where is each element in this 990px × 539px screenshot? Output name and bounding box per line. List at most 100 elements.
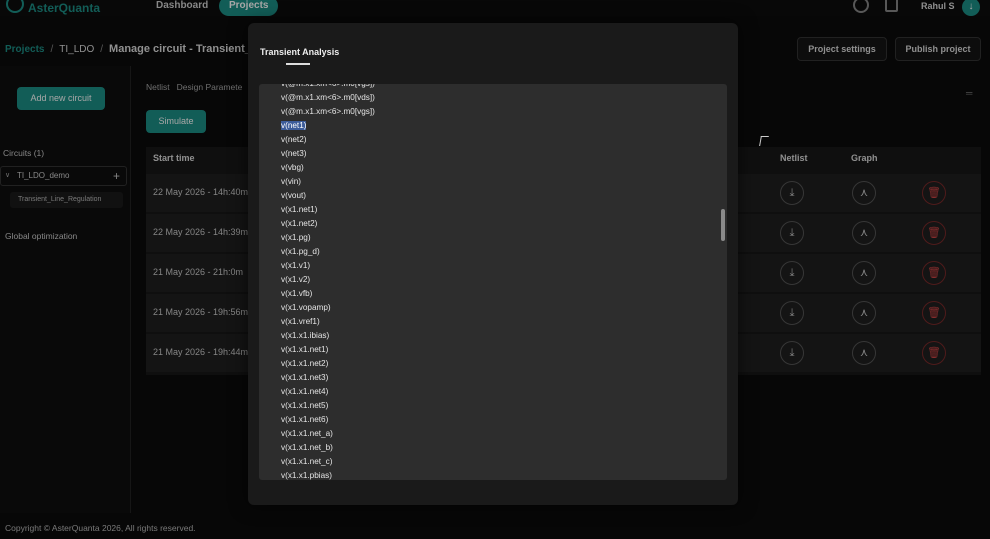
list-item[interactable]: v(x1.vopamp) [281, 301, 375, 315]
list-item[interactable]: v(x1.x1.net4) [281, 385, 375, 399]
start-time-cell: 22 May 2026 - 14h:39m [153, 227, 249, 237]
nav-projects[interactable]: Projects [219, 0, 279, 16]
list-item[interactable]: v(vbg) [281, 161, 375, 175]
add-icon[interactable]: + [113, 167, 120, 185]
list-item-label: v(@m.x1.xm<6>.m0[vds]) [281, 93, 375, 102]
list-item[interactable]: v(x1.net1) [281, 203, 375, 217]
column-header-graph: Graph [851, 153, 878, 163]
document-icon[interactable] [885, 0, 898, 12]
list-item-label: v(x1.v2) [281, 275, 311, 284]
list-item[interactable]: v(x1.x1.net_a) [281, 427, 375, 441]
list-item[interactable]: v(x1.x1.net5) [281, 399, 375, 413]
start-time-cell: 21 May 2026 - 19h:56m [153, 307, 249, 317]
list-item[interactable]: v(x1.x1.net2) [281, 357, 375, 371]
list-item-label: v(x1.pg_d) [281, 247, 320, 256]
list-item-label: v(x1.x1.net_c) [281, 457, 333, 466]
list-item[interactable]: v(x1.vref1) [281, 315, 375, 329]
list-item[interactable]: v(x1.x1.net_c) [281, 455, 375, 469]
list-item-label: v(x1.x1.net4) [281, 387, 329, 396]
list-item[interactable]: v(x1.vfb) [281, 287, 375, 301]
list-item-label: v(@m.x1.xm<6>.m0[vgs]) [281, 84, 375, 88]
list-item[interactable]: v(net2) [281, 133, 375, 147]
list-item[interactable]: v(@m.x1.xm<6>.m0[vgs]) [281, 84, 375, 91]
list-item-label: v(vin) [281, 177, 302, 186]
sidebar-item-transient[interactable]: Transient_Line_Regulation [10, 192, 123, 208]
download-icon[interactable]: ⤓ [780, 261, 804, 285]
download-icon[interactable]: ⤓ [780, 301, 804, 325]
download-icon[interactable]: ⤓ [780, 181, 804, 205]
breadcrumb-project[interactable]: TI_LDO [59, 44, 94, 55]
gear-icon[interactable] [853, 0, 869, 13]
list-item[interactable]: v(x1.v2) [281, 273, 375, 287]
start-time-cell: 21 May 2026 - 19h:44m [153, 347, 249, 357]
list-item[interactable]: v(x1.pg_d) [281, 245, 375, 259]
start-time-cell: 22 May 2026 - 14h:40m [153, 187, 249, 197]
list-item[interactable]: v(@m.x1.xm<6>.m0[vgs]) [281, 105, 375, 119]
publish-project-button[interactable]: Publish project [895, 37, 981, 61]
list-item-label: v(x1.x1.net6) [281, 415, 329, 424]
list-item[interactable]: v(x1.x1.ibias) [281, 329, 375, 343]
trash-icon[interactable]: 🗑 [922, 261, 946, 285]
simulate-button[interactable]: Simulate [146, 110, 206, 133]
brand-logo[interactable]: AsterQuanta [6, 0, 100, 17]
column-header-start-time: Start time [153, 153, 195, 163]
list-item[interactable]: v(vin) [281, 175, 375, 189]
tab-netlist[interactable]: Netlist [146, 82, 170, 92]
circuit-item[interactable]: ∨ TI_LDO_demo + [0, 166, 127, 186]
list-item-label: v(x1.v1) [281, 261, 311, 270]
list-item[interactable]: v(@m.x1.xm<6>.m0[vds]) [281, 91, 375, 105]
circuits-heading: Circuits (1) [3, 148, 45, 158]
sidebar-item-global-optimization[interactable]: Global optimization [5, 231, 77, 241]
footer-copyright: Copyright © AsterQuanta 2026, All rights… [5, 523, 196, 533]
trash-icon[interactable]: 🗑 [922, 221, 946, 245]
add-new-circuit-button[interactable]: Add new circuit [17, 87, 105, 110]
download-icon[interactable]: ↓ [962, 0, 980, 16]
download-icon[interactable]: ⤓ [780, 221, 804, 245]
column-header-netlist: Netlist [780, 153, 808, 163]
nav-dashboard[interactable]: Dashboard [156, 0, 208, 16]
list-item-label: v(@m.x1.xm<6>.m0[vgs]) [281, 107, 375, 116]
breadcrumb-projects[interactable]: Projects [5, 44, 44, 55]
list-item-label: v(x1.x1.net2) [281, 359, 329, 368]
graph-icon[interactable]: ⋏ [852, 341, 876, 365]
list-item[interactable]: v(x1.x1.net_b) [281, 441, 375, 455]
graph-icon[interactable]: ⋏ [852, 301, 876, 325]
list-item-label: v(x1.vfb) [281, 289, 313, 298]
tab-design-parameters[interactable]: Design Paramete [177, 82, 243, 92]
mouse-cursor-icon [759, 136, 769, 146]
graph-icon[interactable]: ⋏ [852, 261, 876, 285]
trash-icon[interactable]: 🗑 [922, 181, 946, 205]
graph-icon[interactable]: ⋏ [852, 181, 876, 205]
list-item-label: v(x1.vopamp) [281, 303, 331, 312]
chevron-down-icon[interactable]: ∨ [5, 167, 10, 185]
user-name[interactable]: Rahul S [921, 1, 955, 11]
transient-analysis-modal: Transient Analysis v(@m.x1.xm<6>.m0[vgs]… [248, 23, 738, 505]
top-bar: AsterQuanta Dashboard Projects Rahul S ↓ [0, 0, 990, 16]
signal-list: v(@m.x1.xm<6>.m0[vgs]) v(@m.x1.xm<6>.m0[v… [281, 84, 375, 480]
project-settings-button[interactable]: Project settings [797, 37, 887, 61]
main-tabs: Netlist Design Paramete [146, 82, 242, 92]
list-item[interactable]: v(x1.pg) [281, 231, 375, 245]
circuit-name: TI_LDO_demo [17, 171, 70, 180]
list-item[interactable]: v(net3) [281, 147, 375, 161]
list-item[interactable]: v(net1) [281, 119, 375, 133]
list-item[interactable]: v(x1.x1.pbias) [281, 469, 375, 480]
list-item[interactable]: v(vout) [281, 189, 375, 203]
list-item-label: v(vbg) [281, 163, 304, 172]
trash-icon[interactable]: 🗑 [922, 301, 946, 325]
signal-listbox[interactable]: v(@m.x1.xm<6>.m0[vgs]) v(@m.x1.xm<6>.m0[v… [259, 84, 727, 480]
download-icon[interactable]: ⤓ [780, 341, 804, 365]
graph-icon[interactable]: ⋏ [852, 221, 876, 245]
list-item[interactable]: v(x1.net2) [281, 217, 375, 231]
list-item-label: v(x1.pg) [281, 233, 311, 242]
list-item[interactable]: v(x1.x1.net1) [281, 343, 375, 357]
trash-icon[interactable]: 🗑 [922, 341, 946, 365]
list-item-label: v(x1.net2) [281, 219, 318, 228]
list-item[interactable]: v(x1.v1) [281, 259, 375, 273]
menu-icon[interactable]: ═ [966, 88, 972, 98]
tab-transient-analysis[interactable]: Transient Analysis [260, 47, 339, 57]
scrollbar[interactable] [720, 84, 727, 480]
list-item[interactable]: v(x1.x1.net6) [281, 413, 375, 427]
scrollbar-thumb[interactable] [721, 209, 725, 241]
list-item[interactable]: v(x1.x1.net3) [281, 371, 375, 385]
